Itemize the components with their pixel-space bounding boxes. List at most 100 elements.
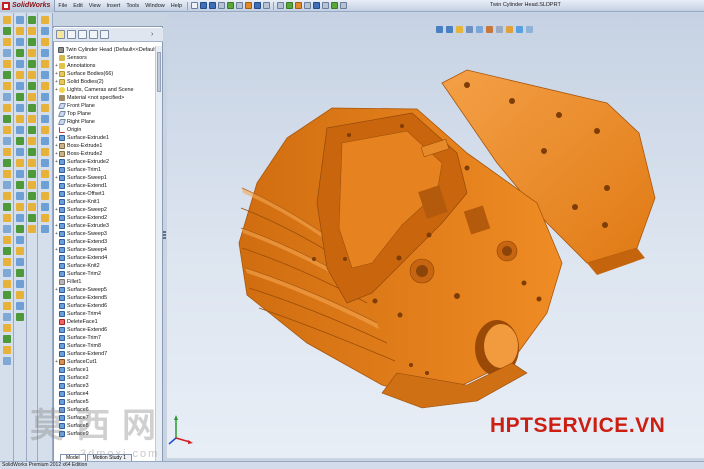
extend-entities-icon[interactable] (28, 137, 36, 145)
untrim-surface-icon[interactable] (16, 137, 24, 145)
display-manager-tab[interactable] (100, 30, 109, 39)
split-line-icon[interactable] (16, 258, 24, 266)
toolbar-icon-f[interactable] (322, 2, 330, 9)
fillet-icon[interactable] (2, 82, 11, 90)
configurationmanager-tab[interactable] (78, 30, 87, 39)
tree-item[interactable]: + Surface-Sweep2 (54, 206, 156, 214)
toolbar-icon-e[interactable] (313, 2, 321, 9)
sketch-spline-icon[interactable] (28, 60, 36, 68)
trim-surface-icon[interactable] (16, 126, 24, 134)
options-icon[interactable] (263, 2, 271, 9)
chamfer-icon[interactable] (2, 93, 11, 101)
sketch-icon[interactable] (2, 357, 11, 365)
sketch-fillet-icon[interactable] (28, 82, 36, 90)
tree-item[interactable]: + SurfaceCut1 (54, 358, 156, 366)
gusset-icon[interactable] (41, 38, 49, 46)
cylinder-head-model[interactable] (167, 13, 704, 458)
sketch-arc-icon[interactable] (28, 49, 36, 57)
flatten-icon[interactable] (41, 214, 49, 222)
freeform-icon[interactable] (2, 280, 11, 288)
tree-item[interactable]: Surface4 (54, 390, 156, 398)
sketch-circle-icon[interactable] (28, 38, 36, 46)
tree-item[interactable]: Fillet1 (54, 278, 156, 286)
add-relation-icon[interactable] (28, 181, 36, 189)
sketch-rectangle-icon[interactable] (28, 27, 36, 35)
menu-view[interactable]: View (86, 3, 104, 9)
tree-item[interactable]: Material <not specified> (54, 94, 156, 102)
tree-item[interactable]: + Surface-Sweep5 (54, 286, 156, 294)
instant3d-icon[interactable] (2, 181, 11, 189)
tree-item[interactable]: Surface-Trim1 (54, 166, 156, 174)
tree-item[interactable]: + Surface-Extrude1 (54, 134, 156, 142)
save-icon[interactable] (209, 2, 217, 9)
jog-icon[interactable] (41, 181, 49, 189)
tree-item[interactable]: Front Plane (54, 102, 156, 110)
tree-item[interactable]: Top Plane (54, 110, 156, 118)
tree-item[interactable]: Origin (54, 126, 156, 134)
parting-line-icon[interactable] (41, 82, 49, 90)
freeform-surface-icon[interactable] (16, 247, 24, 255)
tree-item[interactable]: Surface3 (54, 382, 156, 390)
tree-item[interactable]: Sensors (54, 54, 156, 62)
core-icon[interactable] (41, 126, 49, 134)
cut-with-surface-icon[interactable] (16, 192, 24, 200)
offset-entities-icon[interactable] (28, 148, 36, 156)
convert-entities-icon[interactable] (28, 192, 36, 200)
knit-surface-icon[interactable] (16, 148, 24, 156)
open-icon[interactable] (200, 2, 208, 9)
scale-icon[interactable] (2, 313, 11, 321)
propertymanager-tab[interactable] (67, 30, 76, 39)
delete-face-icon[interactable] (16, 159, 24, 167)
menu-window[interactable]: Window (142, 3, 168, 9)
toolbar-icon-b[interactable] (286, 2, 294, 9)
curves-icon[interactable] (2, 170, 11, 178)
scrollbar-thumb[interactable] (157, 52, 161, 92)
boundary-icon[interactable] (2, 60, 11, 68)
tree-item[interactable]: Surface-Extend5 (54, 294, 156, 302)
tree-item[interactable]: + Surface-Sweep4 (54, 246, 156, 254)
draft-icon[interactable] (2, 126, 11, 134)
tree-item[interactable]: Surface-Trim4 (54, 310, 156, 318)
menu-file[interactable]: File (55, 3, 70, 9)
planar-surface-icon[interactable] (16, 82, 24, 90)
cut-extrude-icon[interactable] (2, 71, 11, 79)
surface-boundary-icon[interactable] (16, 60, 24, 68)
tree-item[interactable]: + Surface-Extrude3 (54, 222, 156, 230)
tab-model[interactable]: Model (60, 454, 86, 461)
offset-surface-icon[interactable] (16, 93, 24, 101)
sheet-metal-icon[interactable] (41, 137, 49, 145)
tree-item[interactable]: + Solid Bodies(2) (54, 78, 156, 86)
rib-icon[interactable] (2, 104, 11, 112)
end-cap-icon[interactable] (41, 49, 49, 57)
surface-loft-icon[interactable] (16, 49, 24, 57)
mirror-icon[interactable] (2, 137, 11, 145)
split-icon[interactable] (2, 247, 11, 255)
tree-item[interactable]: Surface-Knit1 (54, 198, 156, 206)
ruled-surface-icon[interactable] (16, 104, 24, 112)
thicken-surface-icon[interactable] (16, 203, 24, 211)
tree-item[interactable]: Surface-Trim8 (54, 342, 156, 350)
lip-groove-icon[interactable] (2, 346, 11, 354)
tree-item[interactable]: Surface-Extend2 (54, 214, 156, 222)
loft-icon[interactable] (2, 49, 11, 57)
undo-icon[interactable] (227, 2, 235, 9)
sketch-point-icon[interactable] (28, 115, 36, 123)
tree-item[interactable]: Surface-Trim7 (54, 334, 156, 342)
move-entities-icon[interactable] (28, 214, 36, 222)
surface-sweep-icon[interactable] (16, 38, 24, 46)
extrude-icon[interactable] (2, 16, 11, 24)
sketch-polygon-icon[interactable] (28, 93, 36, 101)
dome-icon[interactable] (2, 214, 11, 222)
weldment-icon[interactable] (41, 16, 49, 24)
thicken-icon[interactable] (2, 324, 11, 332)
tree-root[interactable]: Twin Cylinder Head (Default<<Default (54, 46, 156, 54)
mold-tools-icon[interactable] (41, 71, 49, 79)
menu-tools[interactable]: Tools (123, 3, 142, 9)
featuremanager-tab[interactable] (56, 30, 65, 39)
tree-item[interactable]: DeleteFace1 (54, 318, 156, 326)
sweep-icon[interactable] (2, 38, 11, 46)
toolbar-icon-d[interactable] (304, 2, 312, 9)
sketch-pattern-icon[interactable] (28, 203, 36, 211)
print-icon[interactable] (218, 2, 226, 9)
face-curves-icon[interactable] (16, 313, 24, 321)
